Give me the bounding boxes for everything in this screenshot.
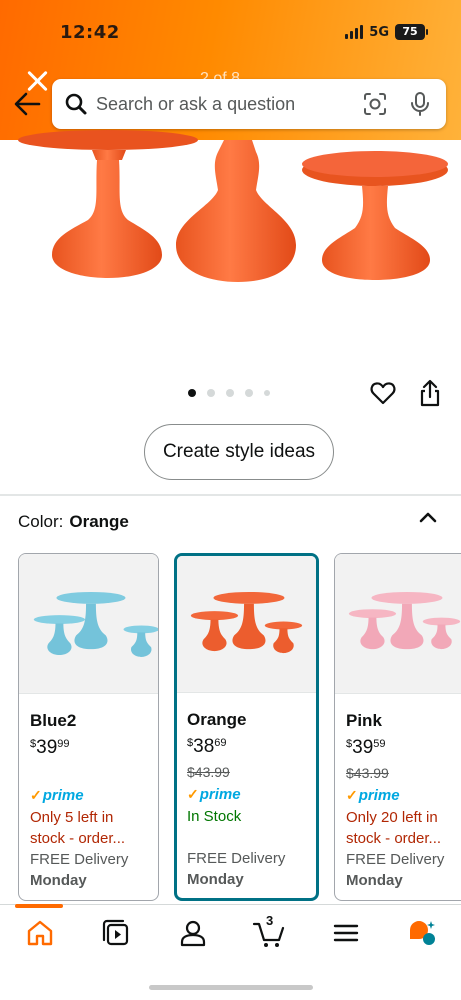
color-label: Color: xyxy=(18,512,64,531)
search-input[interactable] xyxy=(96,93,362,115)
home-icon[interactable] xyxy=(25,918,55,948)
carousel-dot[interactable] xyxy=(264,390,270,396)
swatch-details: Pink $3959 $43.99 ✓prime Only 20 left in… xyxy=(335,699,461,889)
swatch-name: Orange xyxy=(187,710,247,729)
swatch-delivery: FREE Delivery xyxy=(346,851,445,868)
carousel-dot[interactable] xyxy=(188,389,196,397)
swatch-delivery: FREE Delivery xyxy=(187,850,286,867)
swatch-delivery-day: Monday xyxy=(346,872,403,889)
menu-icon[interactable] xyxy=(331,918,361,948)
prime-badge: ✓prime xyxy=(346,787,400,804)
account-icon[interactable] xyxy=(178,918,208,948)
share-icon[interactable] xyxy=(419,379,441,407)
carousel-dot[interactable] xyxy=(226,389,234,397)
swatch-delivery-day: Monday xyxy=(187,871,244,888)
home-indicator[interactable] xyxy=(149,985,313,990)
swatch-name: Pink xyxy=(346,711,382,730)
swatch-delivery: FREE Delivery xyxy=(30,851,129,868)
swatch-image xyxy=(177,556,316,693)
swatch-delivery-day: Monday xyxy=(30,872,87,889)
swatch-list-price: $43.99 xyxy=(346,765,389,781)
cart-count-badge: 3 xyxy=(266,913,274,928)
heart-icon[interactable] xyxy=(370,381,396,405)
chevron-up-icon[interactable] xyxy=(418,510,438,524)
color-swatch-card-blue2[interactable]: Blue2 $3999 ✓prime Only 5 left in stock … xyxy=(18,553,159,901)
network-type: 5G xyxy=(369,24,389,40)
image-carousel-dots[interactable] xyxy=(188,389,270,397)
status-indicators: 5G 75 xyxy=(345,24,428,40)
swatch-name: Blue2 xyxy=(30,711,77,730)
color-swatch-card-orange[interactable]: Orange $3869 $43.99 ✓prime In Stock FREE… xyxy=(174,553,319,901)
color-swatch-card-pink[interactable]: Pink $3959 $43.99 ✓prime Only 20 left in… xyxy=(334,553,461,901)
selected-color-value: Orange xyxy=(69,512,129,531)
swatch-price: $3959 xyxy=(346,737,386,758)
create-style-ideas-button[interactable]: Create style ideas xyxy=(144,424,334,480)
search-icon xyxy=(65,93,87,115)
camera-lens-icon[interactable] xyxy=(362,91,388,117)
prime-badge: ✓prime xyxy=(187,786,241,803)
signal-icon xyxy=(345,25,364,39)
product-image[interactable] xyxy=(0,120,461,370)
swatch-stock-status: Only 5 left in stock - order... xyxy=(30,809,126,847)
swatch-list-price xyxy=(30,765,147,783)
prime-check-icon: ✓ xyxy=(187,786,199,802)
swatch-stock-status: In Stock xyxy=(187,808,242,825)
video-icon[interactable] xyxy=(101,918,131,948)
status-time: 12:42 xyxy=(60,22,120,43)
microphone-icon[interactable] xyxy=(410,91,430,117)
swatch-list-price: $43.99 xyxy=(187,764,230,780)
swatch-image xyxy=(19,554,158,694)
prime-check-icon: ✓ xyxy=(30,787,42,803)
swatch-image xyxy=(335,554,461,694)
prime-check-icon: ✓ xyxy=(346,787,358,803)
app-root: 12:42 5G 75 2 of 8 xyxy=(0,0,461,1000)
swatch-details: Blue2 $3999 ✓prime Only 5 left in stock … xyxy=(19,699,158,889)
back-arrow-icon[interactable] xyxy=(12,90,42,118)
swatch-details: Orange $3869 $43.99 ✓prime In Stock FREE… xyxy=(177,698,316,888)
rufus-assistant-icon[interactable] xyxy=(407,918,437,948)
nav-active-indicator xyxy=(15,904,63,908)
swatch-price: $3869 xyxy=(187,736,227,757)
color-selector-label: Color: Orange xyxy=(18,512,129,532)
section-divider xyxy=(0,494,461,496)
carousel-dot[interactable] xyxy=(245,389,253,397)
prime-badge: ✓prime xyxy=(30,787,84,804)
swatch-stock-status: Only 20 left in stock - order... xyxy=(346,809,442,847)
swatch-price: $3999 xyxy=(30,737,70,758)
carousel-dot[interactable] xyxy=(207,389,215,397)
battery-icon: 75 xyxy=(395,24,428,40)
